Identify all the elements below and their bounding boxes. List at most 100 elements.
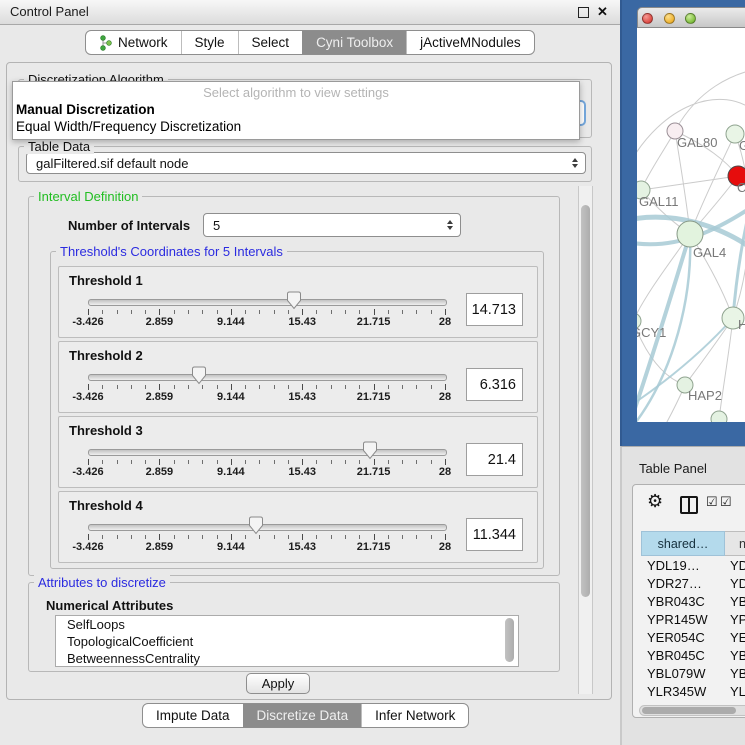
attribute-list-item[interactable]: BetweennessCentrality (56, 650, 518, 667)
network-node[interactable] (711, 411, 727, 422)
combo-spinner-icon (572, 158, 578, 168)
slider-tick-label: 9.144 (217, 466, 245, 478)
cell-name: YDL1 (730, 557, 745, 575)
network-node-label: GCY1 (637, 325, 666, 340)
control-panel-title: Control Panel (10, 4, 89, 19)
slider-tick (117, 460, 118, 464)
minimize-traffic-light-icon[interactable] (664, 13, 675, 24)
table-row[interactable]: YBR043CYBR0 (641, 593, 745, 611)
column-header-name[interactable]: n… (725, 531, 745, 556)
threshold-value-field[interactable]: 6.316 (466, 368, 523, 401)
tab-style[interactable]: Style (181, 31, 238, 54)
algorithm-hint: Select algorithm to view settings (13, 85, 579, 100)
checkbox-icon[interactable]: ☑ (720, 494, 732, 510)
tab-select[interactable]: Select (238, 31, 303, 54)
table-row[interactable]: YBR045CYBR0 (641, 647, 745, 665)
slider-tick (117, 385, 118, 389)
cell-shared-name: YLR345W (647, 683, 706, 701)
close-traffic-light-icon[interactable] (642, 13, 653, 24)
slider-tick-label: 15.43 (288, 466, 316, 478)
slider-tick (416, 310, 417, 314)
slider-tick (102, 310, 103, 314)
slider-tick-label: 21.715 (357, 316, 391, 328)
numerical-attributes-list[interactable]: SelfLoopsTopologicalCoefficientBetweenne… (55, 615, 519, 667)
slider-tick (159, 459, 160, 465)
main-scrollbar-track[interactable] (578, 186, 593, 694)
slider-tick (259, 385, 260, 389)
thresholds-group-title: Threshold's Coordinates for 5 Intervals (56, 244, 287, 259)
slider-tick (274, 310, 275, 314)
slider-tick (117, 535, 118, 539)
threshold-value-field[interactable]: 21.4 (466, 443, 523, 476)
network-window-titlebar[interactable] (637, 7, 745, 28)
algorithm-option-equal-width[interactable]: Equal Width/Frequency Discretization (16, 119, 241, 134)
threshold-slider-track[interactable] (88, 374, 447, 381)
tab-label: Network (118, 35, 168, 50)
cell-shared-name: YBL079W (647, 665, 706, 683)
slider-tick (202, 535, 203, 539)
float-window-icon[interactable] (578, 7, 589, 18)
slider-tick (416, 535, 417, 539)
slider-tick (174, 385, 175, 389)
table-row[interactable]: YDR27…YDR2 (641, 575, 745, 593)
threshold-slider-track[interactable] (88, 449, 447, 456)
slider-tick (359, 385, 360, 389)
attributes-list-scrollbar-thumb[interactable] (505, 618, 514, 662)
threshold-panel: Threshold 1 14.713 -3.4262.8599.14415.43… (58, 266, 538, 338)
slider-tick-label: 15.43 (288, 316, 316, 328)
threshold-slider-thumb[interactable] (362, 441, 378, 460)
main-scrollbar-thumb[interactable] (581, 205, 590, 597)
tab-jactivemnodules[interactable]: jActiveMNodules (406, 31, 534, 54)
tab-network[interactable]: Network (86, 31, 181, 54)
threshold-slider-track[interactable] (88, 299, 447, 306)
network-node-label: GAL4 (693, 245, 726, 260)
number-of-intervals-value: 5 (213, 218, 220, 233)
top-tab-bar: Network Style SelectCyni ToolboxjActiveMNo… (85, 30, 535, 55)
table-row[interactable]: YDL19…YDL1 (641, 557, 745, 575)
split-table-icon[interactable] (680, 496, 698, 514)
table-data-combo[interactable]: galFiltered.sif default node (26, 152, 586, 174)
bottom-tab-infer-network[interactable]: Infer Network (361, 704, 468, 727)
attribute-list-item[interactable]: SelfLoops (56, 616, 518, 633)
threshold-label: Threshold 1 (69, 273, 143, 288)
threshold-value-field[interactable]: 11.344 (466, 518, 523, 551)
tab-cyni-toolbox[interactable]: Cyni Toolbox (302, 31, 406, 54)
tab-label: Style (195, 35, 225, 50)
zoom-traffic-light-icon[interactable] (685, 13, 696, 24)
threshold-slider-thumb[interactable] (191, 366, 207, 385)
gear-icon[interactable]: ⚙ (647, 491, 663, 512)
slider-tick (159, 534, 160, 540)
slider-tick (145, 385, 146, 389)
slider-tick (316, 385, 317, 389)
threshold-slider-track[interactable] (88, 524, 447, 531)
table-row[interactable]: YER054CYER0 (641, 629, 745, 647)
slider-tick (402, 385, 403, 389)
threshold-slider-thumb[interactable] (248, 516, 264, 535)
table-row[interactable]: YBL079WYBL0 (641, 665, 745, 683)
threshold-slider-thumb[interactable] (286, 291, 302, 310)
table-horizontal-scrollbar-thumb[interactable] (642, 707, 736, 714)
slider-tick (188, 535, 189, 539)
number-of-intervals-combo[interactable]: 5 (203, 213, 461, 237)
bottom-tab-bar: Impute Data Discretize Data Infer Network (142, 703, 469, 728)
slider-tick (88, 384, 89, 390)
network-node[interactable] (677, 221, 703, 247)
table-row[interactable]: YLR345WYLR3 (641, 683, 745, 701)
apply-button[interactable]: Apply (246, 673, 310, 694)
slider-tick (445, 534, 446, 540)
column-header-shared-name[interactable]: shared… (641, 531, 725, 556)
table-row[interactable]: YPR145WYPR1 (641, 611, 745, 629)
network-window: GAL80G.CGAL11GAL4GCY1HHAP2 (637, 7, 745, 422)
bottom-tab-discretize-data[interactable]: Discretize Data (243, 704, 362, 727)
network-canvas[interactable]: GAL80G.CGAL11GAL4GCY1HHAP2 (637, 28, 745, 422)
table-horizontal-scrollbar[interactable] (639, 705, 745, 716)
checkbox-icon[interactable]: ☑ (706, 494, 718, 510)
attribute-list-item[interactable]: TopologicalCoefficient (56, 633, 518, 650)
slider-tick (202, 385, 203, 389)
bottom-tab-label: Discretize Data (257, 708, 349, 723)
close-icon[interactable]: ✕ (597, 4, 608, 20)
slider-tick (316, 535, 317, 539)
threshold-value-field[interactable]: 14.713 (466, 293, 523, 326)
bottom-tab-impute-data[interactable]: Impute Data (143, 704, 243, 727)
algorithm-option-manual[interactable]: Manual Discretization (16, 102, 155, 117)
